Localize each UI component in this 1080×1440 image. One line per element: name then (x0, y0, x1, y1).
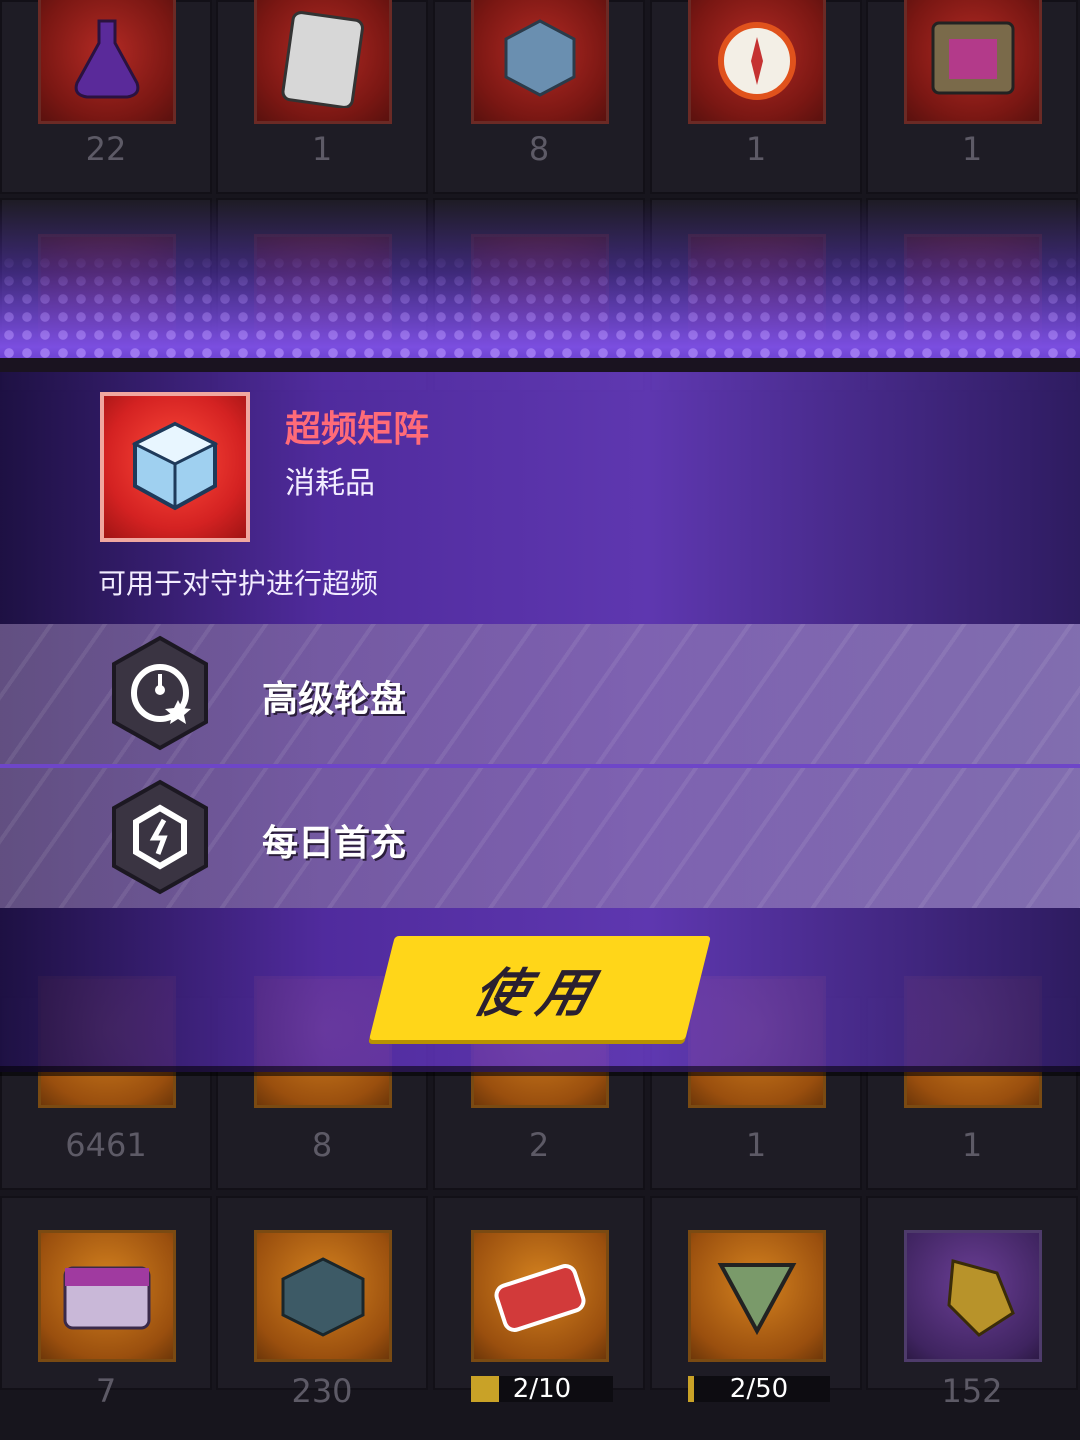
source-label: 高级轮盘 (262, 679, 407, 720)
inventory-slot[interactable]: 7 (0, 1196, 212, 1410)
inventory-slot[interactable]: 2/50 (650, 1196, 862, 1402)
triangle-fragment-icon (691, 1233, 823, 1359)
inventory-slot[interactable]: 1 (650, 0, 862, 194)
inventory-slot[interactable]: 2/10 (433, 1196, 645, 1402)
gift-box-icon (41, 1233, 173, 1359)
header-band (0, 200, 1080, 360)
item-name: 超频矩阵 (285, 409, 430, 450)
panel-bottom-edge (0, 1066, 1080, 1076)
item-count: 230 (291, 1372, 353, 1410)
progress-fill (688, 1376, 694, 1402)
item-count: 2 (528, 1126, 550, 1164)
wheel-star-icon (108, 634, 212, 752)
item-slot-frame (688, 1230, 826, 1362)
card-icon (257, 0, 389, 121)
item-count: 22 (85, 130, 127, 168)
item-slot-frame (254, 0, 392, 124)
potion-icon (41, 0, 173, 121)
item-count: 1 (961, 130, 983, 168)
box-icon (907, 0, 1039, 121)
item-slot-frame (38, 0, 176, 124)
item-count: 8 (528, 130, 550, 168)
inventory-slot[interactable]: 230 (216, 1196, 428, 1410)
progress-fill (471, 1376, 500, 1402)
item-count: 6461 (65, 1126, 147, 1164)
item-count: 1 (961, 1126, 983, 1164)
item-slot-frame (904, 1230, 1042, 1362)
item-slot-frame (471, 0, 609, 124)
lightning-hexagon-icon (108, 778, 212, 896)
item-type: 消耗品 (285, 466, 375, 501)
item-count: 7 (95, 1372, 117, 1410)
item-count: 152 (941, 1372, 1003, 1410)
use-button-label: 使用 (467, 963, 611, 1024)
item-count: 1 (745, 1126, 767, 1164)
item-slot-frame (471, 1230, 609, 1362)
source-row-advanced-wheel[interactable]: 高级轮盘 (0, 624, 1080, 764)
progress-text: 2/10 (512, 1374, 572, 1404)
inventory-slot[interactable]: 8 (433, 0, 645, 194)
item-count: 1 (745, 130, 767, 168)
item-count: 1 (311, 130, 333, 168)
fragment-progress: 2/50 (688, 1376, 830, 1402)
cube-icon (474, 0, 606, 121)
progress-text: 2/50 (729, 1374, 789, 1404)
inventory-slot[interactable]: 1 (216, 0, 428, 194)
item-icon-frame (100, 392, 250, 542)
source-row-daily-recharge[interactable]: 每日首充 (0, 768, 1080, 908)
inventory-slot[interactable]: 152 (866, 1196, 1078, 1410)
item-slot-frame (904, 0, 1042, 124)
coupon-fragment-icon (474, 1233, 606, 1359)
overclock-matrix-icon (104, 396, 246, 538)
item-description: 可用于对守护进行超频 (98, 567, 379, 600)
inventory-slot[interactable]: 1 (866, 0, 1078, 194)
compass-icon (691, 0, 823, 121)
inventory-slot[interactable]: 22 (0, 0, 212, 194)
gold-crystal-icon (907, 1233, 1039, 1359)
item-slot-frame (254, 1230, 392, 1362)
item-slot-frame (38, 1230, 176, 1362)
item-count: 8 (311, 1126, 333, 1164)
item-slot-frame (688, 0, 826, 124)
source-label: 每日首充 (262, 823, 407, 864)
fragment-progress: 2/10 (471, 1376, 613, 1402)
use-button[interactable]: 使用 (369, 936, 711, 1040)
battery-crate-icon (257, 1233, 389, 1359)
